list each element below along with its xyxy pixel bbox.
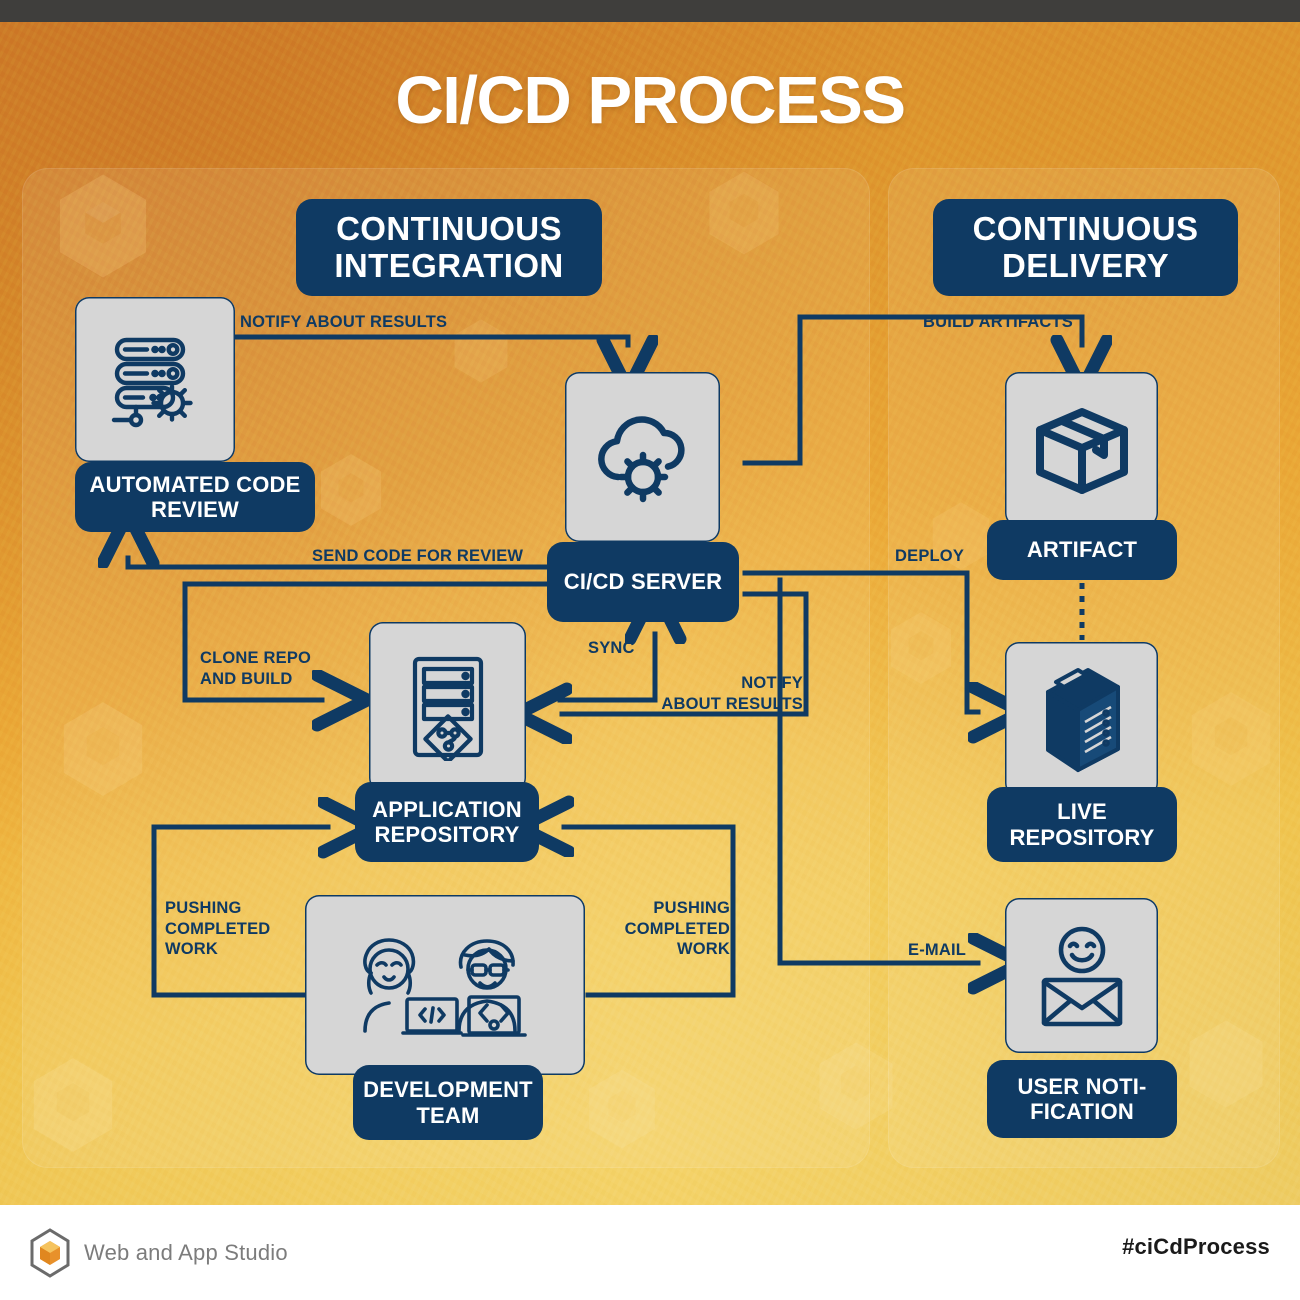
artifact-label: ARTIFACT: [987, 520, 1177, 580]
node-cicd-server[interactable]: CI/CD SERVER: [547, 372, 739, 622]
panel-header-continuous-integration: CONTINUOUS INTEGRATION: [296, 199, 602, 296]
node-artifact[interactable]: ARTIFACT: [987, 372, 1177, 580]
hashtag: #ciCdProcess: [1122, 1234, 1270, 1259]
package-box-icon: [1035, 407, 1128, 494]
automated-code-review-label: AUTOMATED CODE REVIEW: [75, 462, 315, 532]
node-automated-code-review[interactable]: AUTOMATED CODE REVIEW: [75, 297, 315, 532]
development-team-card: [305, 895, 585, 1075]
top-bar: [0, 0, 1300, 22]
brand-block: Web and App Studio: [28, 1228, 288, 1278]
hexagon-cube-logo-icon: [30, 1228, 70, 1278]
edge-label-send-code-for-review: SEND CODE FOR REVIEW: [312, 547, 524, 565]
user-notification-card: [1005, 898, 1158, 1053]
repository-git-icon: [412, 656, 483, 761]
edge-label-notify-results-mid: NOTIFY ABOUT RESULTS: [661, 674, 803, 713]
user-notification-label: USER NOTI- FICATION: [987, 1060, 1177, 1138]
development-team-label: DEVELOPMENT TEAM: [353, 1065, 543, 1140]
edge-label-email: E-MAIL: [908, 941, 967, 959]
automated-code-review-card: [75, 297, 235, 462]
edge-label-build-artifacts: BUILD ARTIFACTS: [923, 313, 1073, 331]
page-title: CI/CD PROCESS: [395, 63, 906, 138]
panel-header-continuous-delivery: CONTINUOUS DELIVERY: [933, 199, 1238, 296]
server-stack-gear-icon: [111, 337, 193, 427]
live-repository-card: [1005, 642, 1158, 797]
application-repository-card: [369, 622, 526, 792]
edge-label-pushing-left: PUSHING COMPLETED WORK: [165, 899, 271, 959]
smiley-envelope-icon: [1041, 926, 1122, 1026]
edge-label-clone-repo-and-build: CLONE REPO AND BUILD: [200, 649, 312, 688]
application-repository-label: APPLICATION REPOSITORY: [355, 782, 539, 862]
artifact-card: [1005, 372, 1158, 527]
live-repository-label: LIVE REPOSITORY: [987, 787, 1177, 862]
brand-name: Web and App Studio: [84, 1240, 288, 1265]
node-user-notification[interactable]: USER NOTI- FICATION: [987, 898, 1177, 1140]
node-live-repository[interactable]: LIVE REPOSITORY: [987, 642, 1177, 862]
infographic-canvas: CI/CD PROCESS NOTIFY ABOUT RESULTS BUILD…: [0, 0, 1300, 1300]
cicd-server-card: [565, 372, 720, 542]
node-development-team[interactable]: DEVELOPMENT TEAM: [305, 895, 585, 1140]
node-application-repository[interactable]: APPLICATION REPOSITORY: [355, 622, 539, 862]
cloud-gear-icon: [597, 416, 685, 503]
cicd-server-label: CI/CD SERVER: [547, 542, 739, 622]
developers-laptops-icon: [363, 938, 527, 1037]
edge-label-pushing-right: PUSHING COMPLETED WORK: [624, 899, 730, 959]
server-tower-icon: [1045, 667, 1120, 772]
edge-label-deploy: DEPLOY: [895, 547, 965, 565]
edge-label-sync: SYNC: [588, 639, 635, 657]
